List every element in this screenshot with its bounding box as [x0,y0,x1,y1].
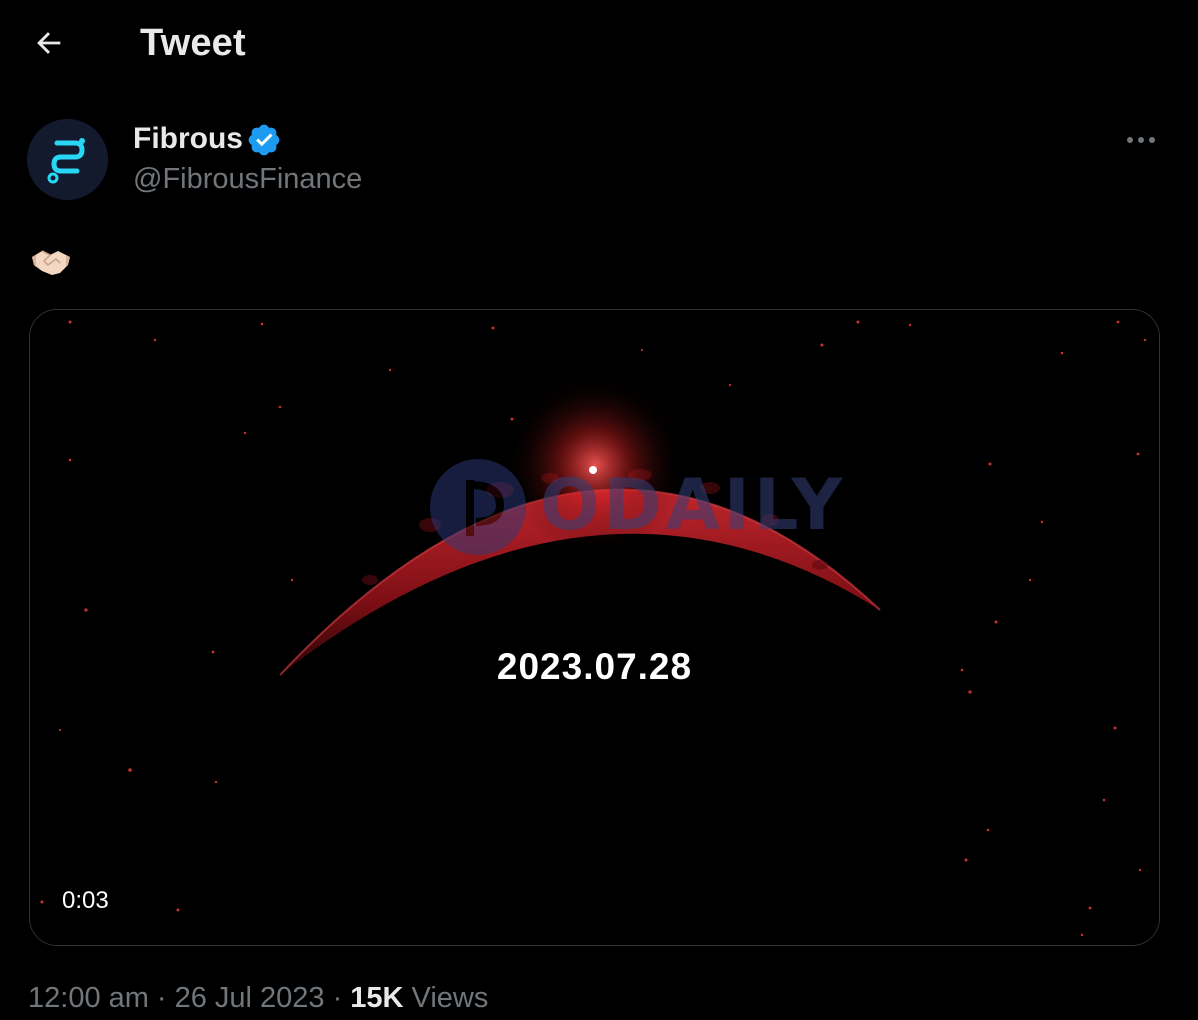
page-title: Tweet [140,22,246,64]
fibrous-logo-icon [27,119,108,200]
views-label: Views [411,982,489,1014]
author-handle[interactable]: @FibrousFinance [133,163,362,196]
video-duration-badge: 0:03 [52,885,119,917]
video-overlay-text: 2023.07.28 [496,646,693,687]
views-count[interactable]: 15K [350,982,403,1014]
more-options-button[interactable] [1118,120,1164,160]
handshake-emoji-icon [32,250,70,275]
tweet-page: Tweet Fibrous @FibrousFinance ODAILY 202… [0,0,1198,1020]
watermark: ODAILY [420,460,842,550]
avatar[interactable] [27,119,108,200]
back-button[interactable] [28,22,70,64]
tweet-time[interactable]: 12:00 am [28,982,149,1014]
arrow-left-icon [37,32,61,54]
page-header: Tweet [0,0,1198,88]
tweet-meta: 12:00 am · 26 Jul 2023 · 15K Views [28,982,488,1015]
more-horizontal-icon [1127,137,1155,143]
author-display-name[interactable]: Fibrous [133,122,243,156]
verified-badge-icon [248,124,280,156]
tweet-text [30,245,72,285]
video-frame [30,310,1159,945]
tweet-date[interactable]: 26 Jul 2023 [175,982,325,1014]
tweet-video[interactable]: ODAILY 2023.07.28 0:03 [29,309,1160,946]
watermark-text: ODAILY [540,464,847,546]
meta-separator: · [156,982,167,1014]
meta-separator: · [332,982,343,1014]
